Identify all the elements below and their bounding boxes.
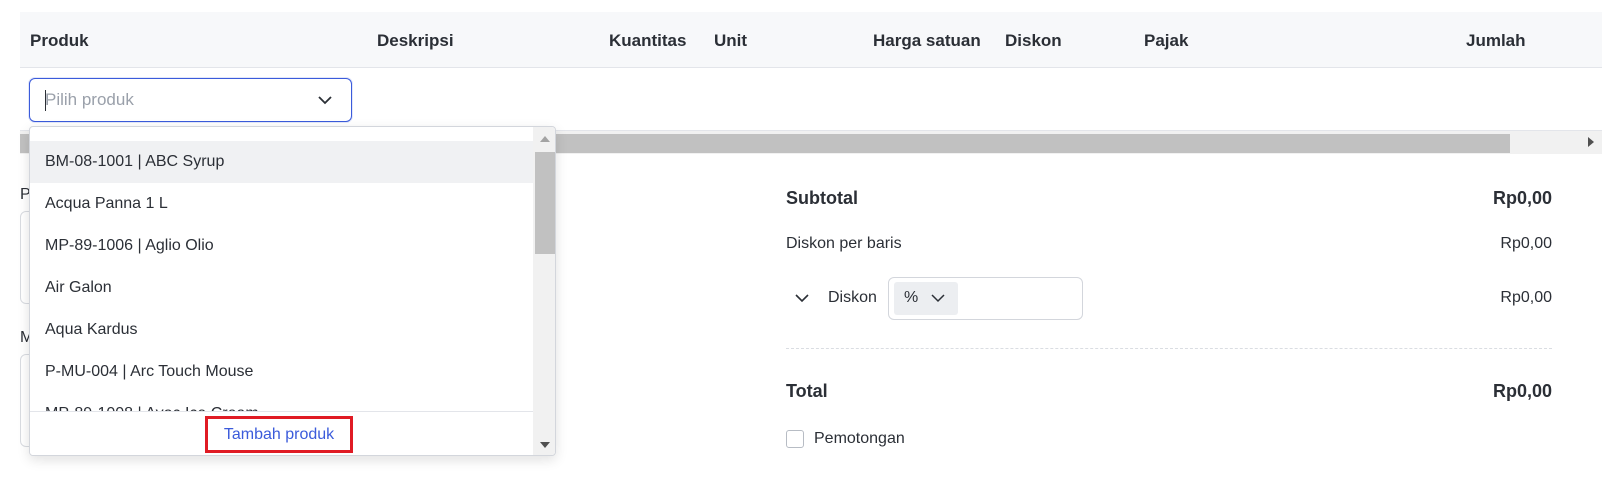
column-header-produk: Produk [30, 31, 89, 50]
pemotongan-checkbox[interactable] [786, 430, 804, 448]
column-header-diskon: Diskon [1005, 31, 1062, 50]
discount-unit-select[interactable]: % [894, 282, 958, 315]
text-caret [45, 90, 46, 111]
column-header-kuantitas: Kuantitas [609, 31, 687, 50]
product-option[interactable]: Aqua Kardus [30, 309, 533, 351]
discount-value: Rp0,00 [1500, 289, 1552, 306]
line-items-table-header: Produk Deskripsi Kuantitas Unit Harga sa… [20, 12, 1602, 68]
subtotal-value: Rp0,00 [1492, 188, 1552, 208]
chevron-down-icon[interactable] [317, 93, 333, 107]
product-options-list: BM-08-1001 | ABC Syrup Acqua Panna 1 L M… [30, 141, 533, 411]
product-select[interactable] [29, 78, 352, 122]
column-header-harga-satuan: Harga satuan [873, 31, 981, 50]
column-header-unit: Unit [714, 31, 748, 50]
discount-input[interactable]: % [888, 277, 1083, 320]
product-search-input[interactable] [45, 79, 305, 121]
product-option[interactable]: MP-89-1008 | Avoc Ice Cream [30, 393, 533, 411]
scroll-down-arrow-icon[interactable] [540, 442, 550, 448]
line-discount-value: Rp0,00 [1500, 235, 1552, 252]
product-option[interactable]: BM-08-1001 | ABC Syrup [30, 141, 533, 183]
column-header-deskripsi: Deskripsi [377, 31, 454, 50]
scrollbar-thumb[interactable] [535, 152, 555, 254]
product-option[interactable]: MP-89-1006 | Aglio Olio [30, 225, 533, 267]
scroll-right-arrow-icon[interactable] [1588, 137, 1594, 147]
pemotongan-label: Pemotongan [814, 430, 905, 447]
column-header-pajak: Pajak [1144, 31, 1189, 50]
product-option[interactable]: P-MU-004 | Arc Touch Mouse [30, 351, 533, 393]
dropdown-vertical-scrollbar[interactable] [533, 127, 555, 455]
total-value: Rp0,00 [1492, 381, 1552, 401]
summary-divider [786, 348, 1552, 349]
line-discount-label: Diskon per baris [786, 235, 902, 252]
scroll-up-arrow-icon[interactable] [540, 136, 550, 142]
column-header-jumlah: Jumlah [1466, 31, 1526, 50]
discount-unit-value: % [904, 289, 919, 306]
dropdown-footer: Tambah produk [30, 411, 533, 455]
chevron-down-icon[interactable] [794, 292, 810, 304]
product-option[interactable]: Air Galon [30, 267, 533, 309]
discount-label: Diskon [828, 289, 877, 306]
subtotal-label: Subtotal [786, 188, 858, 208]
add-product-button[interactable]: Tambah produk [205, 416, 353, 453]
chevron-down-icon [931, 294, 945, 303]
total-label: Total [786, 381, 828, 401]
product-option[interactable]: Acqua Panna 1 L [30, 183, 533, 225]
product-dropdown: BM-08-1001 | ABC Syrup Acqua Panna 1 L M… [29, 126, 556, 456]
